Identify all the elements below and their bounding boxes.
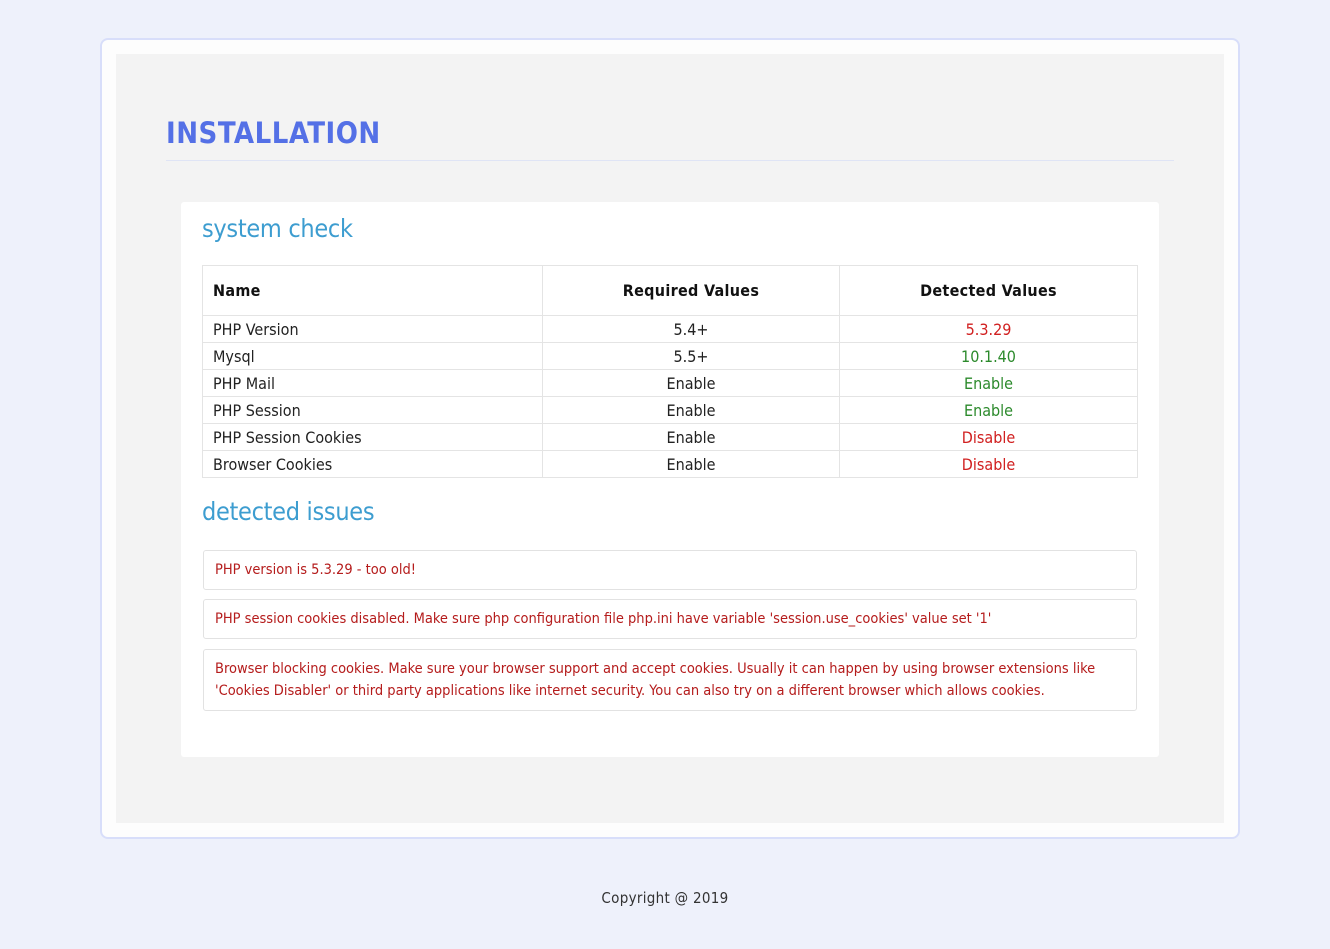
column-header-detected: Detected Values [839, 265, 1138, 316]
issue-text: PHP session cookies disabled. Make sure … [215, 611, 992, 627]
table-row: PHP Session Cookies Enable Disable [202, 423, 1138, 451]
system-check-heading: system check [202, 214, 353, 243]
row-name: PHP Session Cookies [202, 423, 543, 451]
install-panel: INSTALLATION system check Name Required … [116, 54, 1224, 823]
table-row: Browser Cookies Enable Disable [202, 450, 1138, 478]
issue-alert: Browser blocking cookies. Make sure your… [203, 649, 1137, 711]
row-name: PHP Mail [202, 369, 543, 397]
row-detected-value: 5.3.29 [839, 315, 1138, 343]
row-name: PHP Session [202, 396, 543, 424]
detected-issues-heading: detected issues [202, 497, 375, 526]
install-card: INSTALLATION system check Name Required … [100, 38, 1240, 839]
footer-copyright: Copyright @ 2019 [601, 889, 729, 907]
row-required-value: Enable [542, 369, 840, 397]
system-check-card: system check Name Required Values Detect… [181, 202, 1159, 757]
row-required-value: Enable [542, 450, 840, 478]
row-name: Browser Cookies [202, 450, 543, 478]
row-name: PHP Version [202, 315, 543, 343]
table-row: Mysql 5.5+ 10.1.40 [202, 342, 1138, 370]
column-header-name: Name [202, 265, 543, 316]
row-required-value: Enable [542, 396, 840, 424]
row-detected-value: 10.1.40 [839, 342, 1138, 370]
issue-text: PHP version is 5.3.29 - too old! [215, 562, 416, 578]
row-required-value: Enable [542, 423, 840, 451]
row-detected-value: Enable [839, 369, 1138, 397]
column-header-required: Required Values [542, 265, 840, 316]
table-row: PHP Mail Enable Enable [202, 369, 1138, 397]
row-detected-value: Disable [839, 423, 1138, 451]
issue-alert: PHP version is 5.3.29 - too old! [203, 550, 1137, 590]
table-row: PHP Session Enable Enable [202, 396, 1138, 424]
issue-text: Browser blocking cookies. Make sure your… [215, 661, 1096, 699]
issue-alert: PHP session cookies disabled. Make sure … [203, 599, 1137, 639]
table-header-row: Name Required Values Detected Values [202, 265, 1138, 316]
row-name: Mysql [202, 342, 543, 370]
page-title: INSTALLATION [166, 116, 381, 150]
system-check-table: Name Required Values Detected Values PHP… [202, 265, 1138, 478]
row-detected-value: Disable [839, 450, 1138, 478]
table-row: PHP Version 5.4+ 5.3.29 [202, 315, 1138, 343]
row-detected-value: Enable [839, 396, 1138, 424]
row-required-value: 5.4+ [542, 315, 840, 343]
row-required-value: 5.5+ [542, 342, 840, 370]
title-divider [166, 160, 1174, 161]
